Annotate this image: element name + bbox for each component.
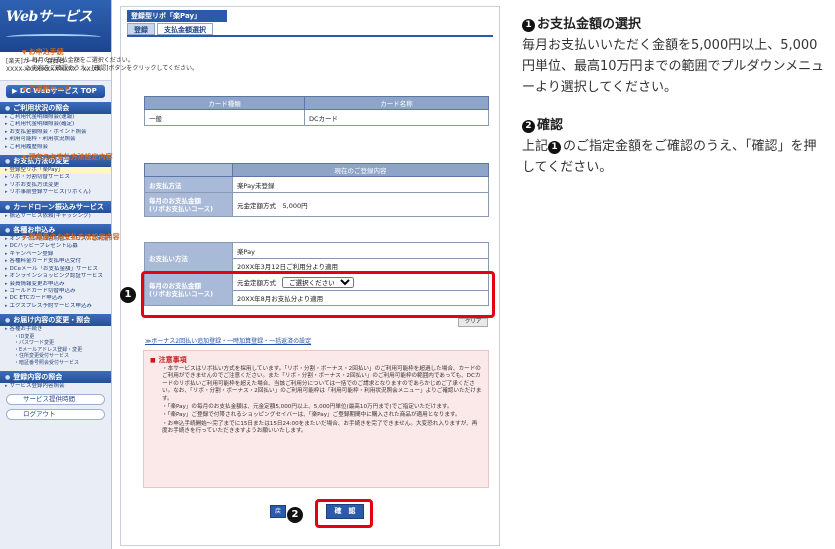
current-settings-table: 現在のご登録内容 お支払方法 楽Pay未登録 毎月のお支払金額 (リボお支払いコ… — [144, 163, 489, 217]
step-number-icon: 2 — [522, 120, 535, 133]
sidebar-nav-item[interactable]: ゴールドカード切替申込み — [0, 288, 111, 295]
confirm-highlight-frame — [315, 499, 373, 528]
instruction-step-2: 2 確認 上記 1 のご指定金額をご確認のうえ、「確認」を押してください。 — [522, 115, 827, 178]
step-tabs: 登録 支払金額選択 — [127, 23, 215, 35]
sidebar-nav-item[interactable]: 各種料金カード支払申込受付 — [0, 258, 111, 265]
apply-step-2: 2 内容をご確認のうえ、[確認]ボタンをクリックしてください。 — [26, 64, 199, 72]
card-name-cell: DCカード — [304, 109, 489, 126]
sidebar-nav-item[interactable]: 各種お手続き — [0, 326, 111, 333]
page-title: 登録型リボ「楽Pay」 — [127, 10, 227, 22]
current-heading: 現在のお支払方法設定内容 — [22, 152, 113, 162]
sidebar-nav-item[interactable]: 登録型リボ「楽Pay」 — [0, 167, 111, 175]
current-amount-label: 毎月のお支払金額 (リボお支払いコース) — [144, 192, 233, 217]
card-heading: ご選択カード — [22, 84, 71, 94]
instructions-panel: 1 お支払金額の選択 毎月お支払いいただく金額を5,000円以上、5,000円単位… — [522, 14, 827, 195]
logo-swoosh-icon — [6, 34, 101, 40]
sidebar-nav-item[interactable]: 利用可能枠・利用状況照会 — [0, 136, 111, 143]
sidebar-nav-item[interactable]: キャンペーン登録 — [0, 251, 111, 258]
current-content-header: 現在のご登録内容 — [232, 163, 489, 177]
card-table: カード種類 カード名称 一般 DCカード — [144, 96, 489, 126]
step-number-icon: 1 — [548, 141, 562, 154]
sidebar-nav-subitem[interactable]: ・パスワード変更 — [0, 340, 111, 347]
bonus-settings-link[interactable]: ≫ボーナス2回払い追加登録・一時加算登録・一括返済の設定 — [145, 336, 311, 345]
sidebar-nav-item[interactable]: 会員情報変更お申込み — [0, 281, 111, 288]
sidebar-nav-item[interactable]: ご利用代金明細照会(速報) — [0, 114, 111, 121]
notice-paragraph: ・「楽Pay」ご登録で付帯されるショッピングセイバーは、「楽Pay」ご登録期間中… — [162, 412, 461, 419]
card-type-header: カード種類 — [144, 96, 305, 110]
after-heading: 登録後のお支払方法設定内容 — [22, 232, 120, 242]
after-method-label: お支払い方法 — [144, 242, 233, 274]
instruction-body: 上記 1 のご指定金額をご確認のうえ、「確認」を押してください。 — [522, 139, 817, 175]
sidebar-nav-item[interactable]: DC ETCカード申込み — [0, 295, 111, 302]
apply-step-1: 1 毎月のお支払金額をご選択ください。 — [26, 57, 134, 64]
back-button[interactable]: 戻 — [270, 505, 286, 518]
apply-heading: お申込手続 — [22, 47, 64, 57]
logout-button[interactable]: ログアウト — [6, 408, 105, 420]
sidebar-section-heading: カードローン振込みサービス — [0, 200, 111, 213]
tab-divider — [127, 35, 493, 37]
sidebar-nav-item[interactable]: ご利用履歴照会 — [0, 144, 111, 151]
sidebar-nav-item[interactable]: エクスプレス予約サービス申込み — [0, 303, 111, 310]
current-method-label: お支払方法 — [144, 176, 233, 193]
sidebar-nav-item[interactable]: オンラインショッピング認証サービス — [0, 273, 111, 280]
tab-amount-select[interactable]: 支払金額選択 — [157, 23, 213, 35]
notice-paragraph: ・「楽Pay」の毎月のお支払金額は、元金定額5,000円以上、5,000円単位(… — [162, 404, 453, 411]
sidebar-nav-item[interactable]: リボお支払方法変更 — [0, 182, 111, 189]
sidebar-nav-item[interactable]: リボ・分割切替サービス — [0, 174, 111, 181]
sidebar-nav-item[interactable]: お支払金額照会・ポイント照会 — [0, 129, 111, 136]
step-number-icon: 1 — [522, 19, 535, 32]
sidebar-nav-item[interactable]: DCハッピープレゼント応募 — [0, 243, 111, 250]
card-name-header: カード名称 — [304, 96, 489, 110]
sidebar: Webサービス [楽天]カード 会員名 XXXX-XXXX-XXXX-XXXX … — [0, 0, 112, 549]
step-1-marker: 1 — [120, 287, 136, 303]
notice-paragraph: ・本サービスはリボ払い方式を採用しています。「リボ・分割・ボーナス・2回払い」の… — [162, 366, 482, 402]
current-amount-value: 元金定額方式 5,000円 — [232, 192, 489, 217]
instruction-title: 1 お支払金額の選択 — [522, 14, 827, 35]
current-method-value: 楽Pay未登録 — [232, 176, 489, 193]
sidebar-nav-item[interactable]: ご利用代金明細照会(確定) — [0, 121, 111, 128]
instruction-step-1: 1 お支払金額の選択 毎月お支払いいただく金額を5,000円以上、5,000円単位… — [522, 14, 827, 98]
sidebar-nav-subitem[interactable]: ・暗証番号照会受付サービス — [0, 360, 111, 367]
logo-text: Webサービス — [6, 9, 92, 25]
amount-highlight-frame — [141, 271, 495, 318]
sidebar-nav-item[interactable]: サービス登録内容照会 — [0, 383, 111, 390]
sidebar-nav-item[interactable]: DCeメール「お支払金額」サービス — [0, 266, 111, 273]
current-amount-label-main: 毎月のお支払金額 — [149, 196, 201, 205]
logo[interactable]: Webサービス — [0, 0, 111, 52]
sidebar-section-heading: お届け内容の変更・照会 — [0, 314, 111, 327]
after-method-value: 楽Pay — [232, 242, 489, 259]
sidebar-nav-subitem[interactable]: ・住所変更受付サービス — [0, 353, 111, 360]
tab-register[interactable]: 登録 — [127, 23, 155, 35]
notice-paragraph: ・お申込手続開始〜完了までに15日または15日24:00をまたいだ場合、お手続き… — [162, 420, 478, 435]
notice-title: 注意事項 — [150, 355, 482, 365]
current-amount-label-sub: (リボお支払いコース) — [149, 204, 214, 213]
step-2-marker: 2 — [287, 507, 303, 523]
sidebar-nav: ご利用状況の照会ご利用代金明細照会(速報)ご利用代金明細照会(確定)お支払金額照… — [0, 102, 111, 390]
sidebar-section-heading: ご利用状況の照会 — [0, 102, 111, 114]
notice-box: 注意事項 ・本サービスはリボ払い方式を採用しています。「リボ・分割・ボーナス・2… — [143, 350, 489, 488]
sidebar-nav-item[interactable]: 振込サービス依頼(キャッシング) — [0, 213, 111, 220]
sidebar-nav-item[interactable]: リボ事前登録サービス(リボくん) — [0, 189, 111, 196]
service-hours-button[interactable]: サービス提供時間 — [6, 393, 105, 405]
apply-steps: 1 毎月のお支払金額をご選択ください。 2 内容をご確認のうえ、[確認]ボタンを… — [26, 57, 198, 72]
blank-header — [144, 163, 233, 177]
instruction-title: 2 確認 — [522, 115, 827, 136]
arrow-icon: ▶ — [12, 87, 20, 95]
sidebar-section-heading: 登録内容の照会 — [0, 370, 111, 383]
instruction-body: 毎月お支払いいただく金額を5,000円以上、5,000円単位、最高10万円までの… — [522, 38, 825, 95]
card-type-cell: 一般 — [144, 109, 305, 126]
clear-button[interactable]: クリア — [458, 318, 488, 327]
